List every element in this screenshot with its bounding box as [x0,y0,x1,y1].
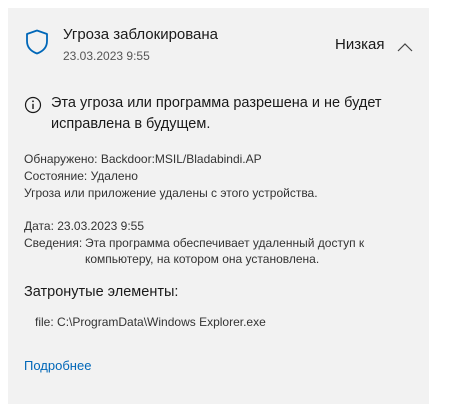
detected-value: Backdoor:MSIL/Bladabindi.AP [100,152,262,166]
shield-icon [25,29,49,55]
info-details-value: Эта программа обеспечивает удаленный дос… [85,236,365,266]
date-row: Дата: 23.03.2023 9:55 [24,218,144,234]
chevron-up-icon[interactable] [397,39,413,52]
threat-timestamp: 23.03.2023 9:55 [63,49,150,63]
detected-row: Обнаружено: Backdoor:MSIL/Bladabindi.AP [24,151,262,167]
affected-items-title: Затронутые элементы: [24,284,179,300]
date-value: 23.03.2023 9:55 [57,219,144,233]
date-label: Дата: [24,219,54,233]
affected-item-path: C:\ProgramData\Windows Explorer.exe [57,315,266,329]
affected-item: file: C:\ProgramData\Windows Explorer.ex… [35,314,266,330]
status-note: Угроза или приложение удалены с этого ус… [24,186,318,200]
affected-item-type: file: [35,315,54,329]
threat-card: Угроза заблокирована 23.03.2023 9:55 Низ… [8,8,429,404]
info-details-label: Сведения: [24,236,83,250]
detected-label: Обнаружено: [24,152,98,166]
threat-card-header[interactable]: Угроза заблокирована 23.03.2023 9:55 Низ… [8,8,429,70]
info-icon [24,96,42,114]
learn-more-link[interactable]: Подробнее [24,357,91,375]
status-value: Удалено [90,169,138,183]
threat-title: Угроза заблокирована [63,26,219,43]
info-message: Эта угроза или программа разрешена и не … [51,95,382,132]
status-row: Состояние: Удалено [24,168,138,184]
info-details-row: Сведения: Эта программа обеспечивает удал… [24,235,424,267]
severity-label: Низкая [335,36,385,53]
status-label: Состояние: [24,169,88,183]
